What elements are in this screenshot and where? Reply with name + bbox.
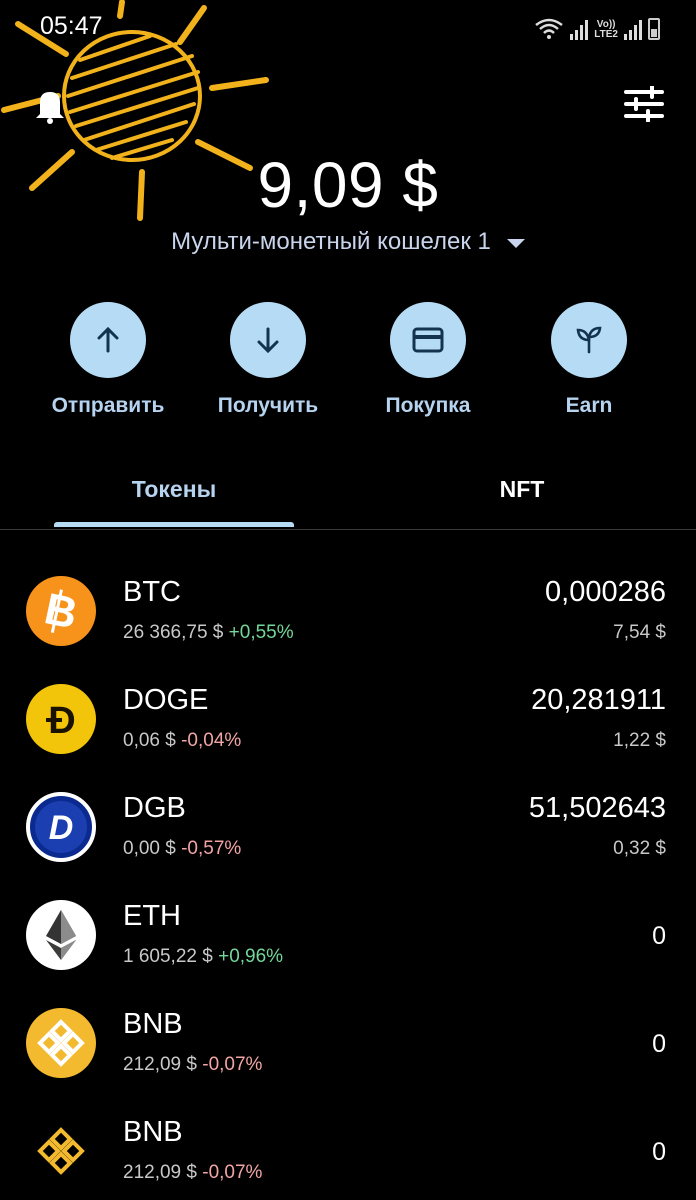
token-fiat-value: 0,32 $ [613,838,666,859]
arrow-down-icon [230,302,306,378]
token-price: 26 366,75 $ [123,622,224,643]
token-row-doge[interactable]: D DOGE 0,06 $ -0,04% 20,281911 1,22 $ [0,658,696,766]
token-fiat-value: 1,22 $ [613,730,666,751]
token-symbol: BTC [123,576,181,608]
arrow-up-icon [70,302,146,378]
signal-icon-2 [624,18,642,40]
token-change: -0,07% [202,1162,263,1183]
dogecoin-icon: D [26,684,96,754]
bitcoin-icon: B [26,576,96,646]
earn-label: Earn [565,394,613,417]
token-symbol: BNB [123,1116,183,1148]
sprout-icon [551,302,627,378]
buy-button[interactable]: Покупка [348,302,508,418]
bell-icon[interactable] [34,86,66,124]
token-fiat-value: 7,54 $ [613,622,666,643]
token-price-line: 1 605,22 $ +0,96% [123,946,283,968]
ethereum-icon [26,900,96,970]
bnb-icon [26,1116,96,1186]
tab-bar: Токены NFT [0,460,696,530]
bnb-icon [26,1008,96,1078]
token-change: -0,57% [181,838,242,859]
token-amount: 0 [652,1030,666,1058]
token-symbol: BNB [123,1008,183,1040]
receive-label: Получить [217,394,319,417]
token-amount: 0 [652,1138,666,1166]
token-price-line: 0,06 $ -0,04% [123,730,241,752]
signal-icon [570,18,589,40]
status-icons: Vo)) LTE2 [534,12,660,40]
token-symbol: ETH [123,900,181,932]
token-row-btc[interactable]: B BTC 26 366,75 $ +0,55% 0,000286 7,54 $ [0,550,696,658]
total-balance: 9,09 $ [257,149,439,221]
tab-nft[interactable]: NFT [402,476,642,503]
chevron-down-icon [506,238,525,248]
token-price-line: 212,09 $ -0,07% [123,1162,262,1184]
digibyte-icon: D [26,792,96,862]
token-change: +0,55% [228,622,294,643]
token-price-line: 0,00 $ -0,57% [123,838,241,860]
volte-label: Vo)) LTE2 [594,19,618,40]
token-change: +0,96% [218,946,284,967]
token-change: -0,07% [202,1054,263,1075]
token-price-line: 212,09 $ -0,07% [123,1054,262,1076]
token-row-bnb-2[interactable]: BNB 212,09 $ -0,07% 0 [0,1090,696,1198]
wifi-icon [535,18,564,39]
token-price-line: 26 366,75 $ +0,55% [123,622,294,644]
earn-button[interactable]: Earn [509,302,669,418]
token-change: -0,04% [181,730,242,751]
token-symbol: DGB [123,792,186,824]
wallet-name: Мульти-монетный кошелек 1 [171,228,491,255]
token-price: 212,09 $ [123,1054,197,1075]
token-amount: 51,502643 [528,792,666,824]
token-price: 0,06 $ [123,730,176,751]
token-price: 212,09 $ [123,1162,197,1183]
token-amount: 0,000286 [545,576,666,608]
token-symbol: DOGE [123,684,209,716]
battery-icon [648,18,660,40]
buy-label: Покупка [385,394,471,417]
token-price: 0,00 $ [123,838,176,859]
token-row-bnb[interactable]: BNB 212,09 $ -0,07% 0 [0,982,696,1090]
wallet-selector[interactable]: Мульти-монетный кошелек 1 [0,228,696,256]
tab-tokens[interactable]: Токены [54,476,294,503]
token-amount: 0 [652,922,666,950]
filter-settings-icon[interactable] [624,86,664,122]
card-icon [390,302,466,378]
receive-button[interactable]: Получить [188,302,348,418]
token-row-eth[interactable]: ETH 1 605,22 $ +0,96% 0 [0,874,696,982]
token-row-dgb[interactable]: D DGB 0,00 $ -0,57% 51,502643 0,32 $ [0,766,696,874]
svg-text:D: D [49,809,74,847]
tab-active-indicator [54,522,294,527]
send-label: Отправить [51,394,165,417]
token-price: 1 605,22 $ [123,946,213,967]
token-amount: 20,281911 [531,684,666,716]
send-button[interactable]: Отправить [28,302,188,418]
